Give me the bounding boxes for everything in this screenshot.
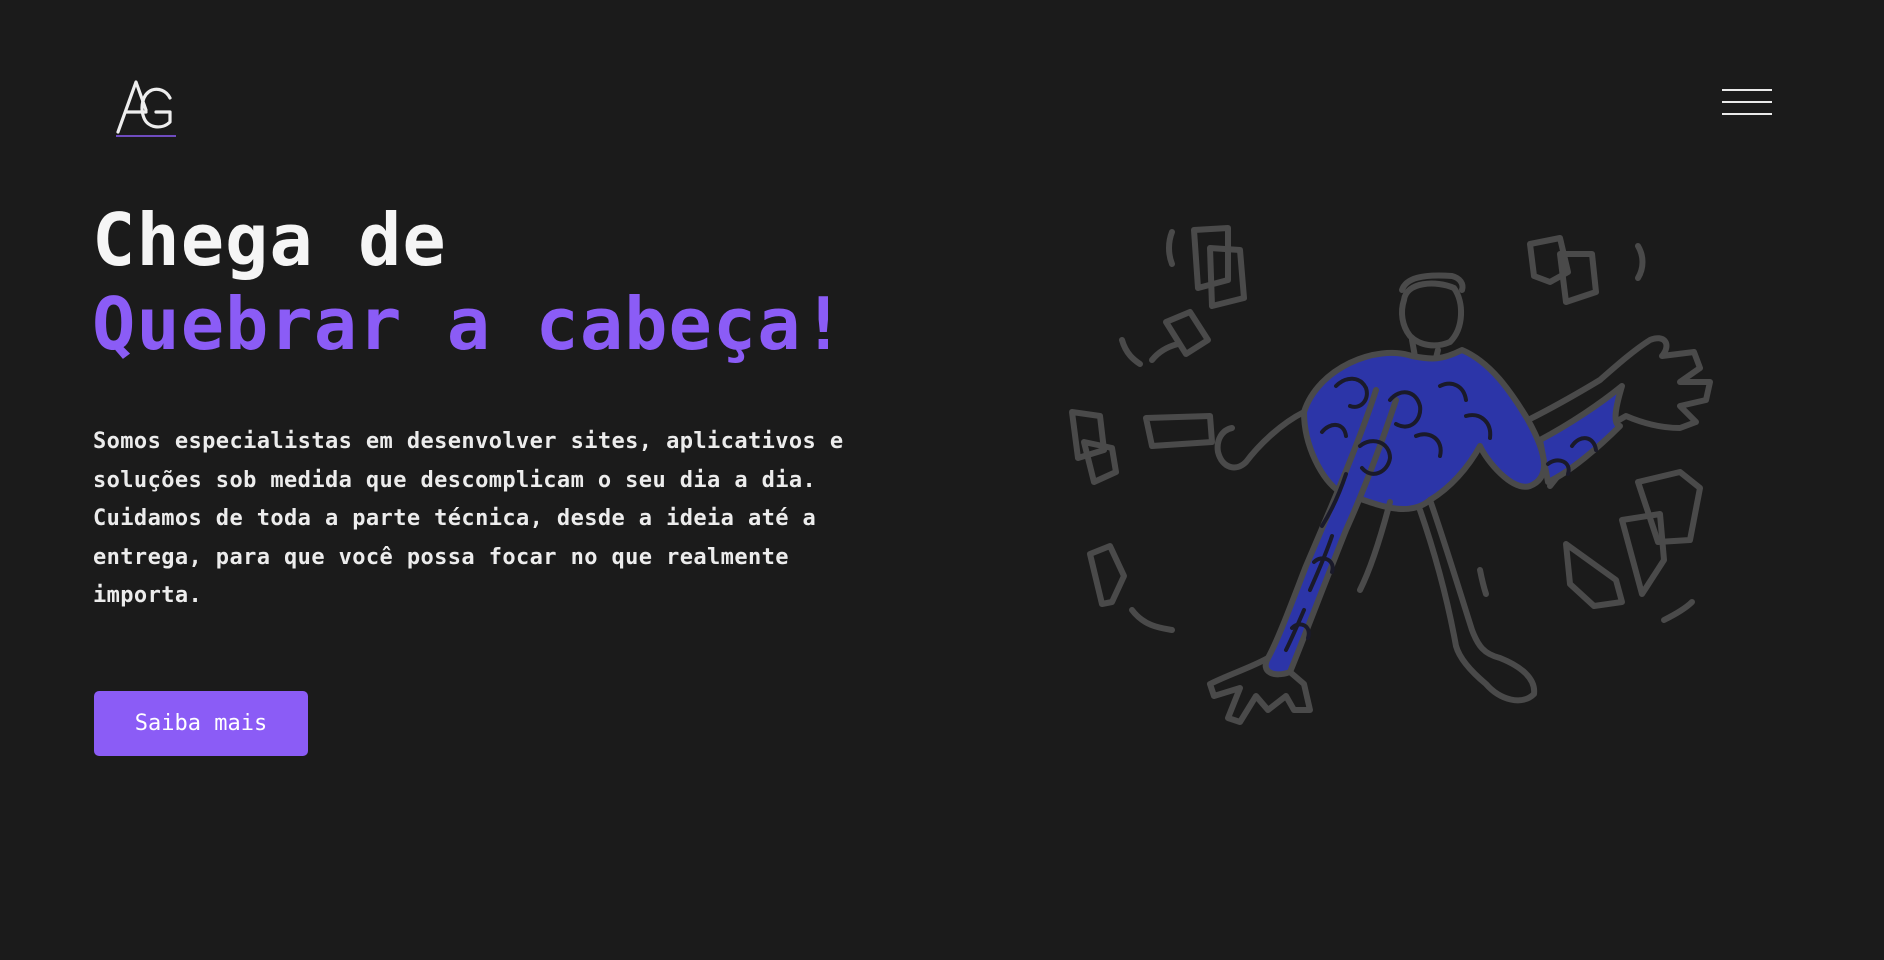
hero-title: Chega de Quebrar a cabeça! [92, 198, 846, 366]
hero-description: Somos especialistas em desenvolver sites… [93, 429, 844, 609]
ag-logo[interactable] [112, 76, 178, 138]
saiba-mais-button[interactable]: Saiba mais [94, 691, 308, 756]
menu-bar [1722, 89, 1772, 91]
menu-bar [1722, 113, 1772, 115]
hamburger-menu-icon[interactable] [1718, 84, 1774, 120]
stressed-person-illustration [1069, 225, 1713, 725]
hero-title-line1: Chega de [92, 198, 447, 282]
menu-bar [1722, 101, 1772, 103]
landing-page: Chega de Quebrar a cabeça! Somos especia… [0, 0, 1884, 960]
hero-title-line2: Quebrar a cabeça! [92, 282, 846, 366]
